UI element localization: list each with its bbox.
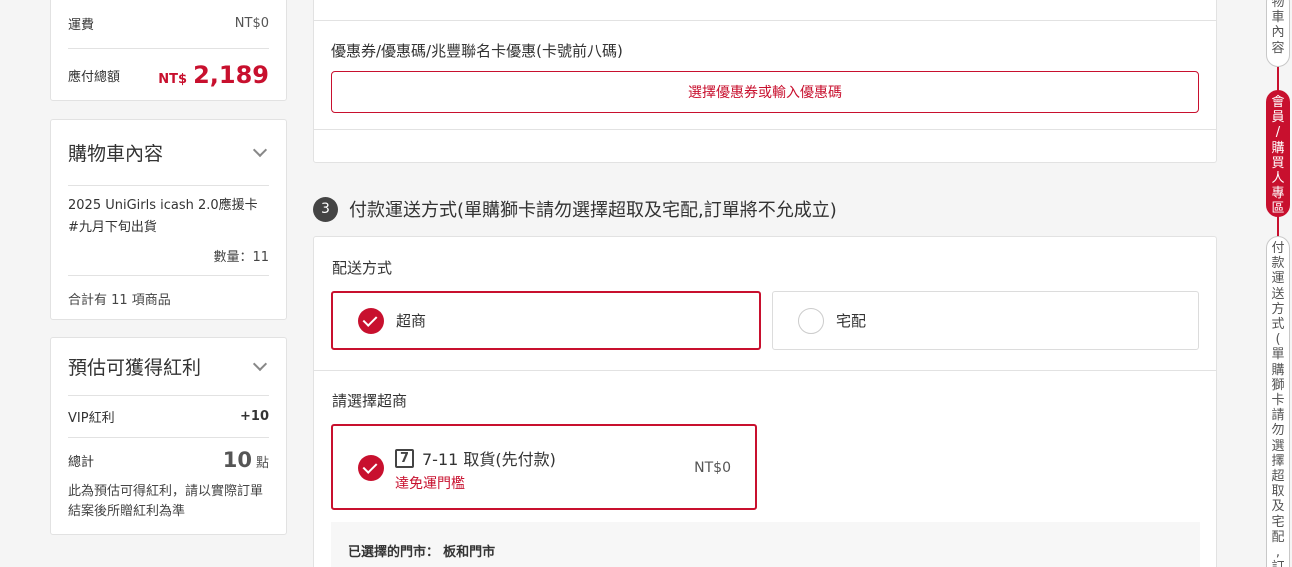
cart-item-name: 2025 UniGirls icash 2.0應援卡 #九月下旬出貨 <box>68 198 258 235</box>
total-amount-value: 2,189 <box>193 61 269 89</box>
bonus-points-card: 預估可獲得紅利 VIP紅利 +10 總計 10 點 此為預估可得紅利，請以實際訂… <box>50 337 287 535</box>
divider <box>314 370 1216 371</box>
bonus-note: 此為預估可得紅利，請以實際訂單結案後所贈紅利為準 <box>68 484 264 519</box>
radio-icon <box>798 307 824 334</box>
side-nav-member-label: 會員 / 購買人專區 <box>1271 95 1285 217</box>
shipping-value: NT$0 <box>234 16 269 31</box>
side-nav-payment[interactable]: 付款運送方式(單購獅卡請勿選擇超取及宅配,訂單 <box>1266 236 1290 567</box>
step-3-header: 3 付款運送方式(單購獅卡請勿選擇超取及宅配,訂單將不允成立) <box>313 196 837 222</box>
chosen-store-label: 已選擇的門市： <box>348 545 440 560</box>
check-icon <box>358 307 384 334</box>
cart-contents-title: 購物車內容 <box>68 143 164 165</box>
bonus-header[interactable]: 預估可獲得紅利 <box>68 338 269 396</box>
bonus-title: 預估可獲得紅利 <box>68 357 202 379</box>
check-icon <box>358 455 384 481</box>
vip-bonus-label: VIP紅利 <box>68 411 115 426</box>
store-option-main: 7 7-11 取貨(先付款) <box>395 446 556 470</box>
seven-eleven-icon: 7 <box>395 448 414 468</box>
step-number-badge: 3 <box>313 196 338 222</box>
coupon-label: 優惠券/優惠碼/兆豐聯名卡優惠(卡號前八碼) <box>331 42 623 60</box>
store-option-name: 7-11 取貨(先付款) <box>422 450 556 469</box>
delivery-option-home-label: 宅配 <box>836 312 867 330</box>
store-option-price: NT$0 <box>694 460 731 476</box>
cart-contents-header[interactable]: 購物車內容 <box>68 120 269 186</box>
vip-bonus-row: VIP紅利 +10 <box>68 396 269 438</box>
chosen-store-box: 已選擇的門市： 板和門市 <box>331 522 1200 567</box>
step-3-title: 付款運送方式(單購獅卡請勿選擇超取及宅配,訂單將不允成立) <box>349 200 837 221</box>
order-summary-card: 運費 NT$0 應付總額 NT$ 2,189 <box>50 0 287 101</box>
cart-item-count: 合計有 11 項商品 <box>68 293 171 308</box>
chevron-down-icon[interactable] <box>252 356 268 371</box>
bonus-total-row: 總計 10 點 <box>68 438 269 482</box>
side-nav-member[interactable]: 會員 / 購買人專區 <box>1266 90 1290 217</box>
bonus-total-value: 10 <box>222 448 252 472</box>
store-option-711[interactable]: 7 7-11 取貨(先付款) 達免運門檻 NT$0 <box>331 424 757 510</box>
total-amount: NT$ 2,189 <box>158 61 269 89</box>
bonus-total: 10 點 <box>223 448 269 472</box>
store-option-note: 達免運門檻 <box>395 476 465 492</box>
chevron-down-icon[interactable] <box>252 142 268 157</box>
bonus-total-label: 總計 <box>68 454 95 470</box>
cart-item-quantity: 數量：11 <box>68 246 269 276</box>
delivery-method-label: 配送方式 <box>332 259 393 277</box>
shipping-label: 運費 <box>68 18 95 33</box>
coupon-section: 優惠券/優惠碼/兆豐聯名卡優惠(卡號前八碼) 選擇優惠券或輸入優惠碼 <box>314 20 1216 130</box>
bonus-total-unit: 點 <box>255 456 269 471</box>
shipping-row: 運費 NT$0 <box>68 0 269 49</box>
select-coupon-button[interactable]: 選擇優惠券或輸入優惠碼 <box>331 71 1199 113</box>
vip-bonus-value: +10 <box>240 409 269 424</box>
side-nav-cart[interactable]: 物車內容 <box>1266 0 1290 67</box>
total-currency: NT$ <box>158 72 188 87</box>
total-row: 應付總額 NT$ 2,189 <box>68 49 269 101</box>
delivery-option-home[interactable]: 宅配 <box>772 291 1199 350</box>
delivery-option-store[interactable]: 超商 <box>331 291 761 350</box>
cart-contents-card: 購物車內容 2025 UniGirls icash 2.0應援卡 #九月下旬出貨… <box>50 119 287 320</box>
side-nav-cart-label: 物車內容 <box>1271 0 1285 56</box>
payment-delivery-card: 配送方式 超商 宅配 請選擇超商 7 7-11 取貨(先付款) 達免運門檻 NT… <box>313 236 1217 567</box>
side-nav-payment-label: 付款運送方式(單購獅卡請勿選擇超取及宅配,訂單 <box>1271 241 1285 567</box>
total-label: 應付總額 <box>68 69 121 85</box>
delivery-option-store-label: 超商 <box>396 312 427 330</box>
store-select-label: 請選擇超商 <box>332 392 408 410</box>
coupon-card: 優惠券/優惠碼/兆豐聯名卡優惠(卡號前八碼) 選擇優惠券或輸入優惠碼 <box>313 0 1217 163</box>
chosen-store-value: 板和門市 <box>443 545 496 560</box>
